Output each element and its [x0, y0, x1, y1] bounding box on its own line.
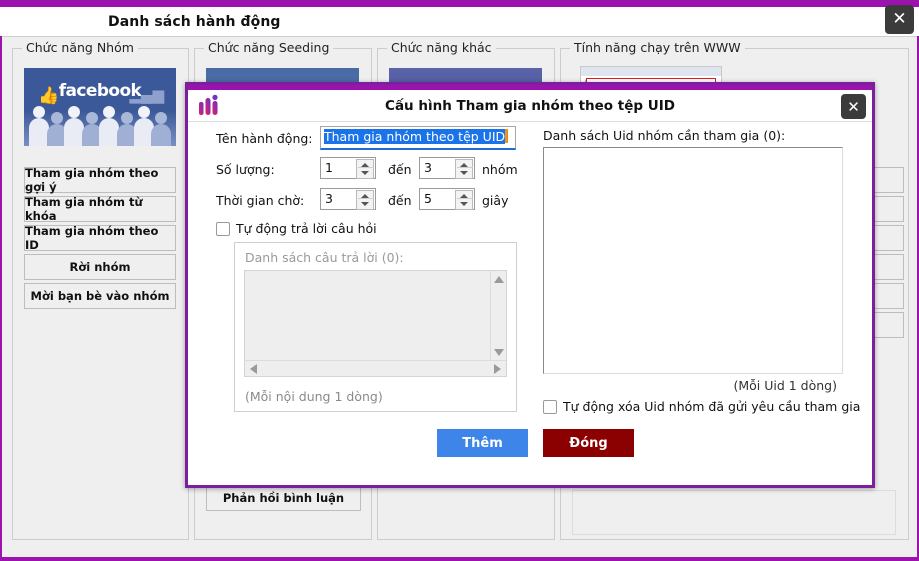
group-legend: Chức năng Seeding [204, 40, 333, 55]
add-button[interactable]: Thêm [437, 429, 528, 457]
config-dialog: Cấu hình Tham gia nhóm theo tệp UID ✕ Tê… [185, 82, 875, 488]
quantity-to-stepper[interactable]: 3 [419, 157, 475, 179]
dialog-title: Cấu hình Tham gia nhóm theo tệp UID [188, 98, 872, 114]
action-name-value: Tham gia nhóm theo tệp UID [324, 129, 505, 144]
button-hidden-4[interactable] [872, 254, 904, 280]
answer-list-hint: (Mỗi nội dung 1 dòng) [245, 389, 383, 404]
button-hidden-3[interactable] [872, 225, 904, 251]
stepper-divider [457, 198, 473, 199]
window-edge-left [0, 36, 2, 557]
uid-list-hint: (Mỗi Uid 1 dòng) [733, 378, 837, 393]
scroll-down-icon[interactable] [494, 349, 504, 356]
close-dialog-button[interactable]: Đóng [543, 429, 634, 457]
window-titlebar: Danh sách hành động [0, 7, 919, 36]
group-legend: Chức năng Nhóm [22, 40, 138, 55]
answer-list-horizontal-scrollbar[interactable] [245, 360, 506, 376]
label-wait-separator: đến [388, 193, 412, 208]
answer-list-textarea[interactable] [244, 270, 507, 377]
checkbox-box[interactable] [216, 222, 230, 236]
facebook-group-banner: 👍 facebook ▂▄▆ [24, 68, 176, 146]
uid-list-textarea[interactable] [543, 147, 843, 374]
quantity-from-stepper[interactable]: 1 [320, 157, 376, 179]
quantity-to-value: 3 [424, 160, 432, 175]
button-label: Tham gia nhóm theo ID [25, 224, 175, 252]
window-bottom-accent [0, 557, 919, 561]
quantity-from-value: 1 [325, 160, 333, 175]
wait-from-value: 3 [325, 191, 333, 206]
page-title: Danh sách hành động [108, 14, 281, 30]
stepper-arrows-icon[interactable] [356, 190, 374, 210]
close-icon: ✕ [847, 98, 860, 116]
add-button-label: Thêm [462, 436, 503, 451]
button-label: Tham gia nhóm từ khóa [25, 195, 175, 223]
dialog-body: Tên hành động: Tham gia nhóm theo tệp UI… [188, 122, 872, 485]
scroll-up-icon[interactable] [494, 276, 504, 283]
auto-answer-checkbox[interactable]: Tự động trả lời câu hỏi [216, 221, 377, 236]
window-close-button[interactable]: ✕ [885, 5, 914, 34]
button-hidden-6[interactable] [872, 312, 904, 338]
auto-delete-uid-label: Tự động xóa Uid nhóm đã gửi yêu cầu tham… [563, 399, 860, 414]
answer-list-vertical-scrollbar[interactable] [490, 271, 506, 361]
auto-delete-uid-checkbox[interactable]: Tự động xóa Uid nhóm đã gửi yêu cầu tham… [543, 399, 860, 414]
button-hidden-1[interactable] [872, 167, 904, 193]
close-icon: ✕ [892, 11, 906, 28]
button-label: Mời bạn bè vào nhóm [31, 289, 170, 303]
dialog-close-button[interactable]: ✕ [841, 94, 866, 119]
button-hidden-2[interactable] [872, 196, 904, 222]
mkt-logo-icon [196, 94, 226, 118]
window-accent-bar [0, 0, 919, 7]
wait-from-stepper[interactable]: 3 [320, 188, 376, 210]
people-silhouettes [24, 100, 176, 146]
text-caret [505, 129, 508, 143]
uid-list-title: Danh sách Uid nhóm cần tham gia (0): [543, 128, 785, 143]
group-legend: Tính năng chạy trên WWW [570, 40, 745, 55]
wait-to-value: 5 [424, 191, 432, 206]
label-wait-time: Thời gian chờ: [216, 193, 304, 208]
button-tham-gia-nhom-tu-khoa[interactable]: Tham gia nhóm từ khóa [24, 196, 176, 222]
dialog-header: Cấu hình Tham gia nhóm theo tệp UID [188, 90, 872, 122]
stepper-arrows-icon[interactable] [455, 159, 473, 179]
label-quantity-separator: đến [388, 162, 412, 177]
stepper-arrows-icon[interactable] [455, 190, 473, 210]
scroll-right-icon[interactable] [494, 364, 501, 374]
answer-list-title: Danh sách câu trả lời (0): [245, 250, 404, 265]
button-moi-ban-be-vao-nhom[interactable]: Mời bạn bè vào nhóm [24, 283, 176, 309]
label-wait-unit: giây [482, 193, 508, 208]
label-quantity: Số lượng: [216, 162, 275, 177]
button-tham-gia-nhom-theo-id[interactable]: Tham gia nhóm theo ID [24, 225, 176, 251]
close-button-label: Đóng [569, 436, 607, 451]
button-label: Phản hồi bình luận [223, 491, 344, 505]
wait-to-stepper[interactable]: 5 [419, 188, 475, 210]
stepper-divider [358, 198, 374, 199]
action-name-input[interactable]: Tham gia nhóm theo tệp UID [320, 126, 516, 150]
button-phan-hoi-binh-luan[interactable]: Phản hồi bình luận [206, 485, 361, 511]
label-action-name: Tên hành động: [216, 131, 313, 146]
stepper-divider [358, 167, 374, 168]
button-label: Rời nhóm [70, 260, 131, 274]
stepper-arrows-icon[interactable] [356, 159, 374, 179]
button-tham-gia-nhom-theo-goi-y[interactable]: Tham gia nhóm theo gợi ý [24, 167, 176, 193]
www-status-panel [572, 490, 896, 535]
scroll-left-icon[interactable] [250, 364, 257, 374]
group-legend: Chức năng khác [387, 40, 496, 55]
label-quantity-unit: nhóm [482, 162, 518, 177]
stepper-divider [457, 167, 473, 168]
answer-list-panel: Danh sách câu trả lời (0): (Mỗi nội dung… [234, 242, 517, 412]
button-roi-nhom[interactable]: Rời nhóm [24, 254, 176, 280]
button-hidden-5[interactable] [872, 283, 904, 309]
auto-answer-label: Tự động trả lời câu hỏi [236, 221, 377, 236]
button-label: Tham gia nhóm theo gợi ý [25, 166, 175, 194]
browser-toolbar [581, 67, 721, 76]
checkbox-box[interactable] [543, 400, 557, 414]
